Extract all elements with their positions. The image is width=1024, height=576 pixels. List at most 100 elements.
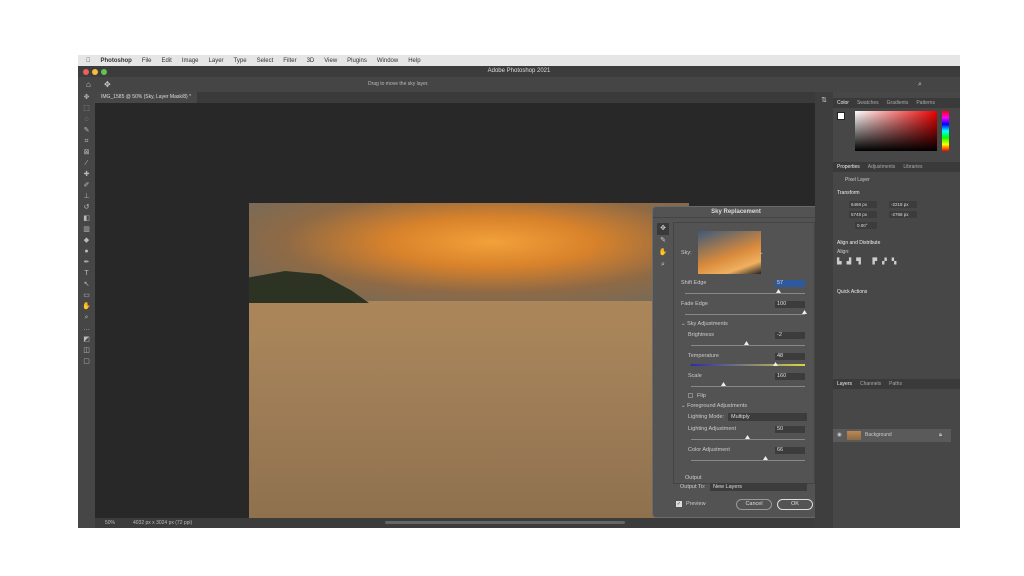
menu-image[interactable]: Image <box>182 58 199 64</box>
color-picker-field[interactable] <box>855 111 937 151</box>
tab-swatches[interactable]: Swatches <box>857 98 879 108</box>
brightness-value[interactable]: -2 <box>775 332 805 339</box>
shift-edge-slider[interactable] <box>685 293 805 294</box>
lighting-adjustment-value[interactable]: 50 <box>775 426 805 433</box>
sky-preset-thumbnail[interactable] <box>698 231 761 274</box>
maximize-button[interactable] <box>101 69 107 75</box>
menu-layer[interactable]: Layer <box>209 58 224 64</box>
sky-adjustments-header[interactable]: ⌄ Sky Adjustments <box>681 321 728 327</box>
lighting-adjustment-slider[interactable] <box>691 439 805 440</box>
foreground-adjustments-header[interactable]: ⌄ Foreground Adjustments <box>681 403 747 409</box>
flip-checkbox[interactable] <box>688 393 693 398</box>
tab-color[interactable]: Color <box>837 98 849 108</box>
transform-header[interactable]: Transform <box>837 190 860 196</box>
cancel-button[interactable]: Cancel <box>736 499 772 510</box>
home-icon[interactable]: ⌂ <box>86 77 91 92</box>
more-tools-icon[interactable]: … <box>78 323 95 334</box>
healing-brush-icon[interactable]: ✚ <box>78 169 95 180</box>
menu-edit[interactable]: Edit <box>162 58 172 64</box>
quick-actions-header[interactable]: Quick Actions <box>837 289 867 295</box>
fade-edge-slider[interactable] <box>685 314 805 315</box>
x-field[interactable]: -2218 px <box>889 201 917 208</box>
menu-file[interactable]: File <box>142 58 152 64</box>
lighting-mode-select[interactable]: Multiply <box>728 413 807 421</box>
visibility-eye-icon[interactable]: ◉ <box>837 432 842 438</box>
menu-app[interactable]: Photoshop <box>101 58 132 64</box>
blur-tool-icon[interactable]: ◆ <box>78 235 95 246</box>
eyedropper-icon[interactable]: ⁄ <box>78 158 95 169</box>
tab-libraries[interactable]: Libraries <box>903 162 922 172</box>
document-tab[interactable]: IMG_1585 @ 50% (Sky, Layer Mask/8) * <box>95 92 198 103</box>
sky-brush-icon[interactable]: ✎ <box>657 235 669 247</box>
menu-window[interactable]: Window <box>377 58 398 64</box>
close-button[interactable] <box>83 69 89 75</box>
history-icon[interactable]: ⇅ <box>815 96 833 104</box>
zoom-level[interactable]: 50% <box>105 518 115 528</box>
menu-3d[interactable]: 3D <box>307 58 315 64</box>
brightness-slider[interactable] <box>691 345 805 346</box>
sky-dropdown-chevron-icon[interactable]: ⌄ <box>759 250 764 256</box>
tab-adjustments[interactable]: Adjustments <box>868 162 896 172</box>
tab-paths[interactable]: Paths <box>889 379 902 389</box>
rectangle-tool-icon[interactable]: ▭ <box>78 290 95 301</box>
zoom-tool-icon[interactable]: ⌕ <box>78 312 95 323</box>
type-tool-icon[interactable]: T <box>78 268 95 279</box>
menu-help[interactable]: Help <box>408 58 420 64</box>
y-field[interactable]: -2768 px <box>889 211 917 218</box>
hand-tool-icon[interactable]: ✋ <box>78 301 95 312</box>
stamp-tool-icon[interactable]: ⊥ <box>78 191 95 202</box>
crop-tool-icon[interactable]: ⌗ <box>78 136 95 147</box>
zoom-icon[interactable]: ⌕ <box>657 259 669 271</box>
angle-field[interactable]: 0.00° <box>855 222 877 229</box>
color-adjustment-value[interactable]: 66 <box>775 447 805 454</box>
temperature-value[interactable]: 48 <box>775 353 805 360</box>
scale-value[interactable]: 160 <box>775 373 805 380</box>
menu-view[interactable]: View <box>324 58 337 64</box>
search-icon[interactable]: ⌕ <box>918 77 922 92</box>
pen-tool-icon[interactable]: ✒ <box>78 257 95 268</box>
move-icon[interactable]: ✥ <box>657 223 669 235</box>
menu-type[interactable]: Type <box>234 58 247 64</box>
ok-button[interactable]: OK <box>777 499 813 510</box>
dodge-tool-icon[interactable]: ● <box>78 246 95 257</box>
tab-gradients[interactable]: Gradients <box>887 98 909 108</box>
tab-layers[interactable]: Layers <box>837 379 852 389</box>
scale-slider[interactable] <box>691 386 805 387</box>
tab-channels[interactable]: Channels <box>860 379 881 389</box>
temperature-slider[interactable] <box>691 364 805 366</box>
canvas-area[interactable]: Sky Replacement ✥ ✎ ✋ ⌕ Sky: ⌄ Shift Edg… <box>95 103 820 528</box>
frame-tool-icon[interactable]: ⊠ <box>78 147 95 158</box>
marquee-tool-icon[interactable]: ⬚ <box>78 103 95 114</box>
foreground-color-swatch[interactable] <box>837 112 845 120</box>
screen-mode-icon[interactable]: ▢ <box>78 356 95 367</box>
hue-slider[interactable] <box>942 111 949 151</box>
shift-edge-value[interactable]: 57 <box>775 280 805 287</box>
align-distribute-header[interactable]: Align and Distribute <box>837 240 880 246</box>
align-icons[interactable]: ▙▟▜ ▛▞▚ <box>837 258 901 265</box>
move-tool-icon[interactable]: ✥ <box>104 77 111 92</box>
tab-properties[interactable]: Properties <box>837 162 860 172</box>
quick-select-icon[interactable]: ✎ <box>78 125 95 136</box>
layer-row-background[interactable]: ◉ Background 🔒︎ <box>833 429 951 442</box>
preview-checkbox[interactable]: ✓ <box>676 501 682 507</box>
tab-patterns[interactable]: Patterns <box>916 98 935 108</box>
fade-edge-value[interactable]: 100 <box>775 301 805 308</box>
path-select-icon[interactable]: ↖ <box>78 279 95 290</box>
apple-icon[interactable]:  <box>86 58 91 64</box>
eraser-icon[interactable]: ◧ <box>78 213 95 224</box>
menu-select[interactable]: Select <box>257 58 274 64</box>
minimize-button[interactable] <box>92 69 98 75</box>
horizontal-scrollbar[interactable] <box>385 521 625 524</box>
menu-plugins[interactable]: Plugins <box>347 58 367 64</box>
color-swatches-icon[interactable]: ◩ <box>78 334 95 345</box>
gradient-tool-icon[interactable]: ▥ <box>78 224 95 235</box>
color-adjustment-slider[interactable] <box>691 460 805 461</box>
hand-icon[interactable]: ✋ <box>657 247 669 259</box>
width-field[interactable]: 6469 px <box>849 201 877 208</box>
history-brush-icon[interactable]: ↺ <box>78 202 95 213</box>
menu-filter[interactable]: Filter <box>283 58 296 64</box>
brush-tool-icon[interactable]: ✐ <box>78 180 95 191</box>
quick-mask-icon[interactable]: ◫ <box>78 345 95 356</box>
output-to-select[interactable]: New Layers <box>710 483 807 491</box>
height-field[interactable]: 5748 px <box>849 211 877 218</box>
